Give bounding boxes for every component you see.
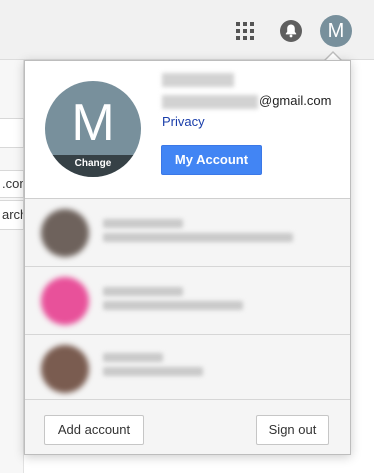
change-photo-label[interactable]: Change [45, 155, 141, 177]
my-account-button[interactable]: My Account [161, 145, 262, 175]
add-account-button[interactable]: Add account [44, 415, 144, 445]
profile-avatar[interactable]: M Change [45, 81, 141, 177]
account-list [25, 199, 350, 399]
account-email-redacted [103, 301, 243, 310]
notifications-bell-icon[interactable] [280, 20, 302, 42]
background-text-fragment: .com [0, 170, 24, 198]
account-avatar [41, 209, 89, 257]
background-search-fragment: arch [0, 200, 24, 230]
account-email-redacted [103, 233, 293, 242]
sign-out-button[interactable]: Sign out [256, 415, 329, 445]
profile-name-redacted [162, 73, 234, 87]
email-domain: @gmail.com [259, 93, 332, 108]
account-name-redacted [103, 219, 183, 228]
account-item[interactable] [25, 335, 350, 399]
privacy-link[interactable]: Privacy [162, 114, 205, 129]
profile-email: @gmail.com [162, 93, 331, 109]
account-item[interactable] [25, 199, 350, 267]
account-name-redacted [103, 353, 163, 362]
account-popup: M Change @gmail.com Privacy My Account A… [24, 60, 351, 455]
account-email-redacted [103, 367, 203, 376]
email-username-redacted [162, 94, 258, 109]
account-item[interactable] [25, 267, 350, 335]
account-name-redacted [103, 287, 183, 296]
account-avatar-button[interactable]: M [320, 15, 352, 47]
profile-avatar-letter: M [71, 94, 115, 152]
account-avatar [41, 345, 89, 393]
background-field-fragment [0, 118, 24, 148]
top-bar: M [0, 0, 374, 60]
account-avatar [41, 277, 89, 325]
profile-header: M Change @gmail.com Privacy My Account [25, 61, 350, 199]
popup-footer: Add account Sign out [25, 399, 350, 454]
apps-grid-icon[interactable] [236, 22, 254, 40]
